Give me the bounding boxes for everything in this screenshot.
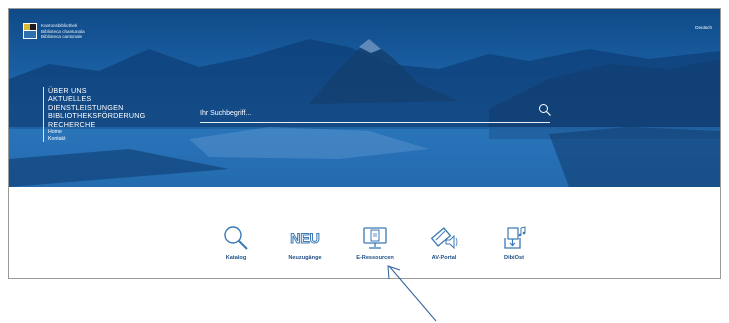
nav-item-recherche[interactable]: RECHERCHE bbox=[48, 120, 145, 129]
app-label: Katalog bbox=[225, 255, 247, 261]
search-input[interactable]: Ihr Suchbegriff... bbox=[200, 110, 251, 117]
app-dibiost[interactable]: DibiOst bbox=[484, 223, 544, 261]
quick-access-section: Katalog NEU Neuzugänge E-Ressourcen AV-P… bbox=[9, 187, 720, 278]
download-music-icon bbox=[484, 223, 544, 253]
app-e-ressourcen[interactable]: E-Ressourcen bbox=[345, 223, 405, 261]
app-label: E-Ressourcen bbox=[356, 255, 394, 261]
language-selector[interactable]: Deutsch bbox=[695, 25, 712, 30]
app-av-portal[interactable]: AV-Portal bbox=[414, 223, 474, 261]
nav-item-home[interactable]: Home bbox=[48, 129, 145, 136]
browser-viewport: Kantonsbibliothek Biblioteca chantunala … bbox=[8, 8, 721, 279]
monitor-document-icon bbox=[345, 223, 405, 253]
app-label: DibiOst bbox=[504, 255, 524, 261]
nav-item-kontakt[interactable]: Kontakt bbox=[48, 136, 145, 143]
app-label: AV-Portal bbox=[431, 255, 457, 261]
neu-icon-text: NEU bbox=[290, 230, 320, 246]
search-bar[interactable]: Ihr Suchbegriff... bbox=[200, 103, 552, 123]
logo-text: Kantonsbibliothek Biblioteca chantunala … bbox=[41, 23, 85, 40]
logo-emblem-icon bbox=[23, 23, 37, 39]
app-katalog[interactable]: Katalog bbox=[206, 223, 266, 261]
app-neuzugaenge[interactable]: NEU Neuzugänge bbox=[275, 223, 335, 262]
main-navigation: ÜBER UNS AKTUELLES DIENSTLEISTUNGEN BIBL… bbox=[43, 86, 145, 143]
magnifier-icon bbox=[206, 223, 266, 253]
logo-line-3: Biblioteca cantonale bbox=[41, 34, 83, 40]
film-speaker-icon bbox=[414, 223, 474, 253]
search-icon[interactable] bbox=[538, 103, 552, 122]
neu-icon: NEU bbox=[275, 223, 335, 253]
library-logo[interactable]: Kantonsbibliothek Biblioteca chantunala … bbox=[23, 23, 85, 40]
app-label: Neuzugänge bbox=[288, 255, 322, 261]
hero-banner: Kantonsbibliothek Biblioteca chantunala … bbox=[9, 9, 720, 187]
